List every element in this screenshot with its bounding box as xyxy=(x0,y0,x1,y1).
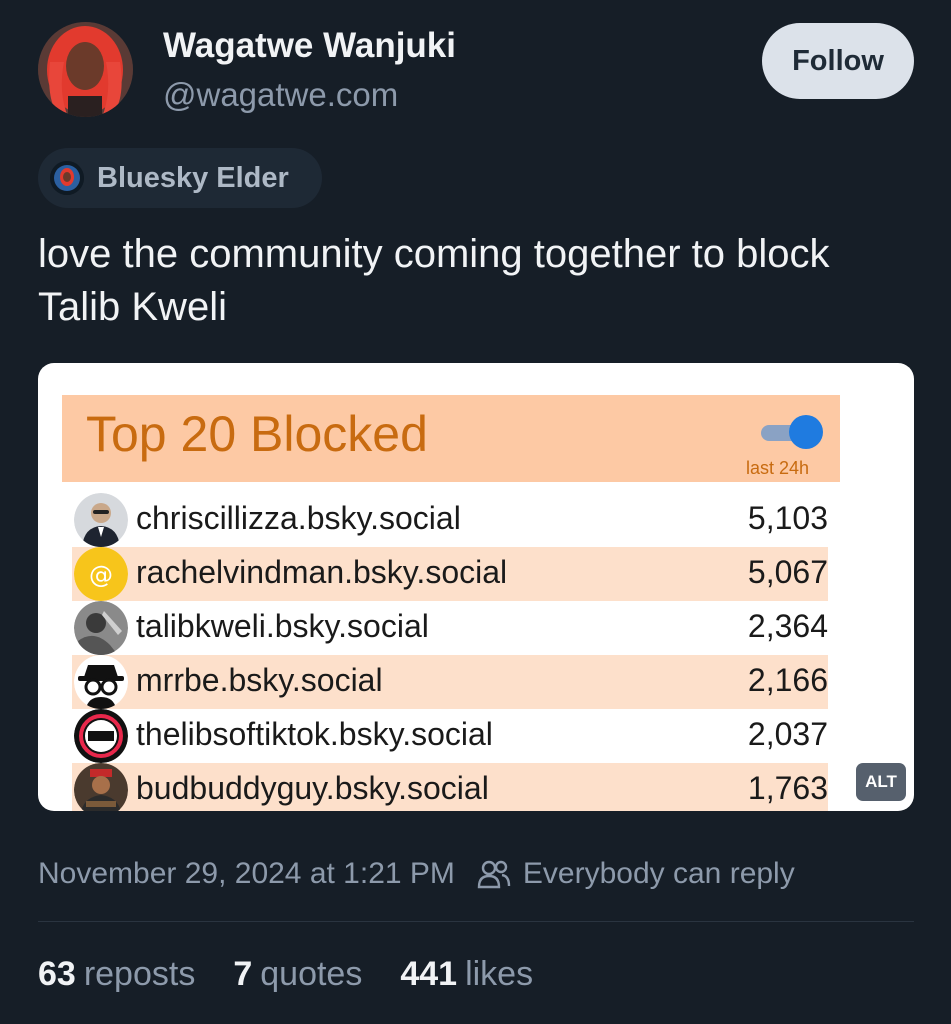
row-count: 2,166 xyxy=(747,662,828,698)
author-avatar[interactable] xyxy=(38,22,133,117)
row-count: 2,364 xyxy=(747,608,828,644)
row-handle: budbuddyguy.bsky.social xyxy=(136,770,489,806)
toggle-switch xyxy=(761,415,823,449)
list-item: talibkweli.bsky.social 2,364 xyxy=(72,601,828,655)
row-handle: chriscillizza.bsky.social xyxy=(136,500,461,536)
person-avatar-icon xyxy=(74,493,128,547)
row-handle: mrrbe.bsky.social xyxy=(136,662,383,698)
post-stats: 63 reposts 7 quotes 441 likes xyxy=(38,955,571,994)
list-item: @ rachelvindman.bsky.social 5,067 xyxy=(72,547,828,601)
follow-button[interactable]: Follow xyxy=(762,23,914,99)
libs-of-tiktok-logo-icon xyxy=(74,709,128,763)
list-item: mrrbe.bsky.social 2,166 xyxy=(72,655,828,709)
quotes-stat[interactable]: 7 quotes xyxy=(233,955,362,994)
badge-avatar-icon xyxy=(50,161,84,195)
post-image[interactable]: Top 20 Blocked last 24h chriscillizza.bs… xyxy=(38,363,914,811)
list-item: thelibsoftiktok.bsky.social 2,037 xyxy=(72,709,828,763)
likes-stat[interactable]: 441 likes xyxy=(400,955,533,994)
row-count: 5,067 xyxy=(747,554,828,590)
row-count: 2,037 xyxy=(747,716,828,752)
person-avatar-icon xyxy=(74,601,128,655)
row-handle: talibkweli.bsky.social xyxy=(136,608,429,644)
people-icon xyxy=(477,860,511,889)
toggle-caption: last 24h xyxy=(746,458,810,478)
author-handle[interactable]: @wagatwe.com xyxy=(163,76,398,114)
reposts-count: 63 xyxy=(38,955,76,993)
reposts-label: reposts xyxy=(83,955,196,993)
author-name[interactable]: Wagatwe Wanjuki xyxy=(163,26,456,66)
likes-count: 441 xyxy=(400,955,458,993)
list-item: chriscillizza.bsky.social 5,103 xyxy=(72,493,828,547)
reply-setting[interactable]: Everybody can reply xyxy=(523,857,795,891)
image-header: Top 20 Blocked last 24h xyxy=(62,395,840,482)
image-title: Top 20 Blocked xyxy=(86,406,428,462)
at-sign-icon: @ xyxy=(74,547,128,601)
row-handle: thelibsoftiktok.bsky.social xyxy=(136,716,493,752)
post-meta: November 29, 2024 at 1:21 PM Everybody c… xyxy=(38,852,795,896)
badge-label: Bluesky Elder xyxy=(97,161,289,194)
spy-icon xyxy=(74,655,128,709)
list-item: budbuddyguy.bsky.social 1,763 xyxy=(72,763,828,811)
likes-label: likes xyxy=(465,955,534,993)
svg-text:@: @ xyxy=(89,561,113,589)
profile-badge[interactable]: Bluesky Elder xyxy=(38,148,322,208)
divider xyxy=(38,921,914,922)
quotes-count: 7 xyxy=(233,955,253,993)
reposts-stat[interactable]: 63 reposts xyxy=(38,955,195,994)
post-timestamp: November 29, 2024 at 1:21 PM xyxy=(38,857,455,890)
row-handle: rachelvindman.bsky.social xyxy=(136,554,508,590)
row-count: 5,103 xyxy=(747,500,828,536)
post-text: love the community coming together to bl… xyxy=(38,232,830,329)
alt-text-button[interactable]: ALT xyxy=(856,763,906,801)
quotes-label: quotes xyxy=(260,955,363,993)
row-count: 1,763 xyxy=(747,770,828,806)
person-avatar-icon xyxy=(74,763,128,811)
